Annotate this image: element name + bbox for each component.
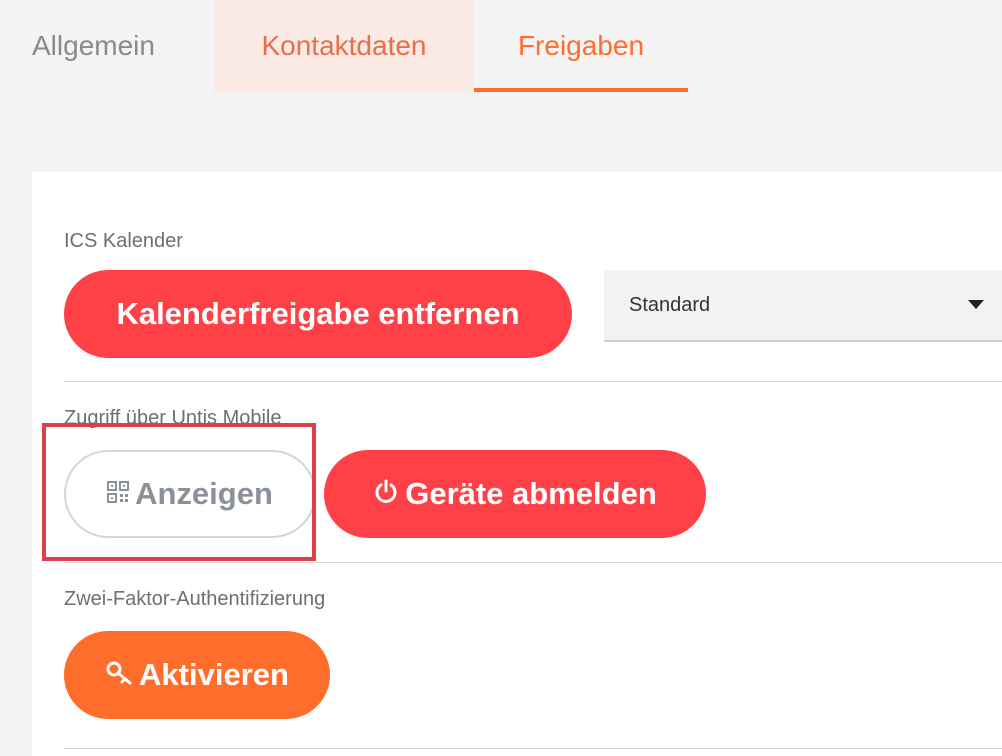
tab-kontaktdaten[interactable]: Kontaktdaten bbox=[214, 0, 474, 92]
tab-freigaben[interactable]: Freigaben bbox=[474, 0, 688, 92]
tab-allgemein[interactable]: Allgemein bbox=[16, 0, 206, 92]
tab-bar: Allgemein Kontaktdaten Freigaben bbox=[0, 0, 1002, 92]
activate-two-factor-label: Aktivieren bbox=[139, 657, 289, 692]
caret-down-icon bbox=[968, 300, 984, 309]
tab-allgemein-label: Allgemein bbox=[32, 30, 155, 61]
sharing-card: ICS Kalender Kalenderfreigabe entfernen … bbox=[32, 172, 1002, 756]
tab-freigaben-label: Freigaben bbox=[517, 30, 645, 61]
remove-calendar-share-button[interactable]: Kalenderfreigabe entfernen bbox=[64, 270, 572, 358]
untis-mobile-section-label: Zugriff über Untis Mobile bbox=[64, 407, 282, 429]
tab-kontaktdaten-label: Kontaktdaten bbox=[261, 30, 427, 61]
divider bbox=[64, 748, 1002, 749]
active-tab-indicator bbox=[474, 88, 688, 92]
show-qr-label: Anzeigen bbox=[135, 476, 273, 511]
show-qr-button[interactable]: Anzeigen bbox=[64, 450, 316, 538]
ics-section-label: ICS Kalender bbox=[64, 230, 183, 252]
two-factor-section-label: Zwei-Faktor-Authentifizierung bbox=[64, 588, 326, 610]
calendar-type-select[interactable]: Standard bbox=[604, 270, 1002, 342]
key-icon bbox=[105, 660, 133, 691]
qr-code-icon bbox=[107, 480, 130, 508]
logout-devices-label: Geräte abmelden bbox=[405, 476, 657, 511]
power-icon bbox=[373, 479, 399, 510]
divider bbox=[64, 381, 1002, 382]
logout-devices-button[interactable]: Geräte abmelden bbox=[324, 450, 706, 538]
calendar-type-selected-value: Standard bbox=[629, 293, 711, 316]
divider bbox=[64, 562, 1002, 563]
remove-calendar-share-label: Kalenderfreigabe entfernen bbox=[116, 296, 520, 331]
activate-two-factor-button[interactable]: Aktivieren bbox=[64, 631, 330, 719]
